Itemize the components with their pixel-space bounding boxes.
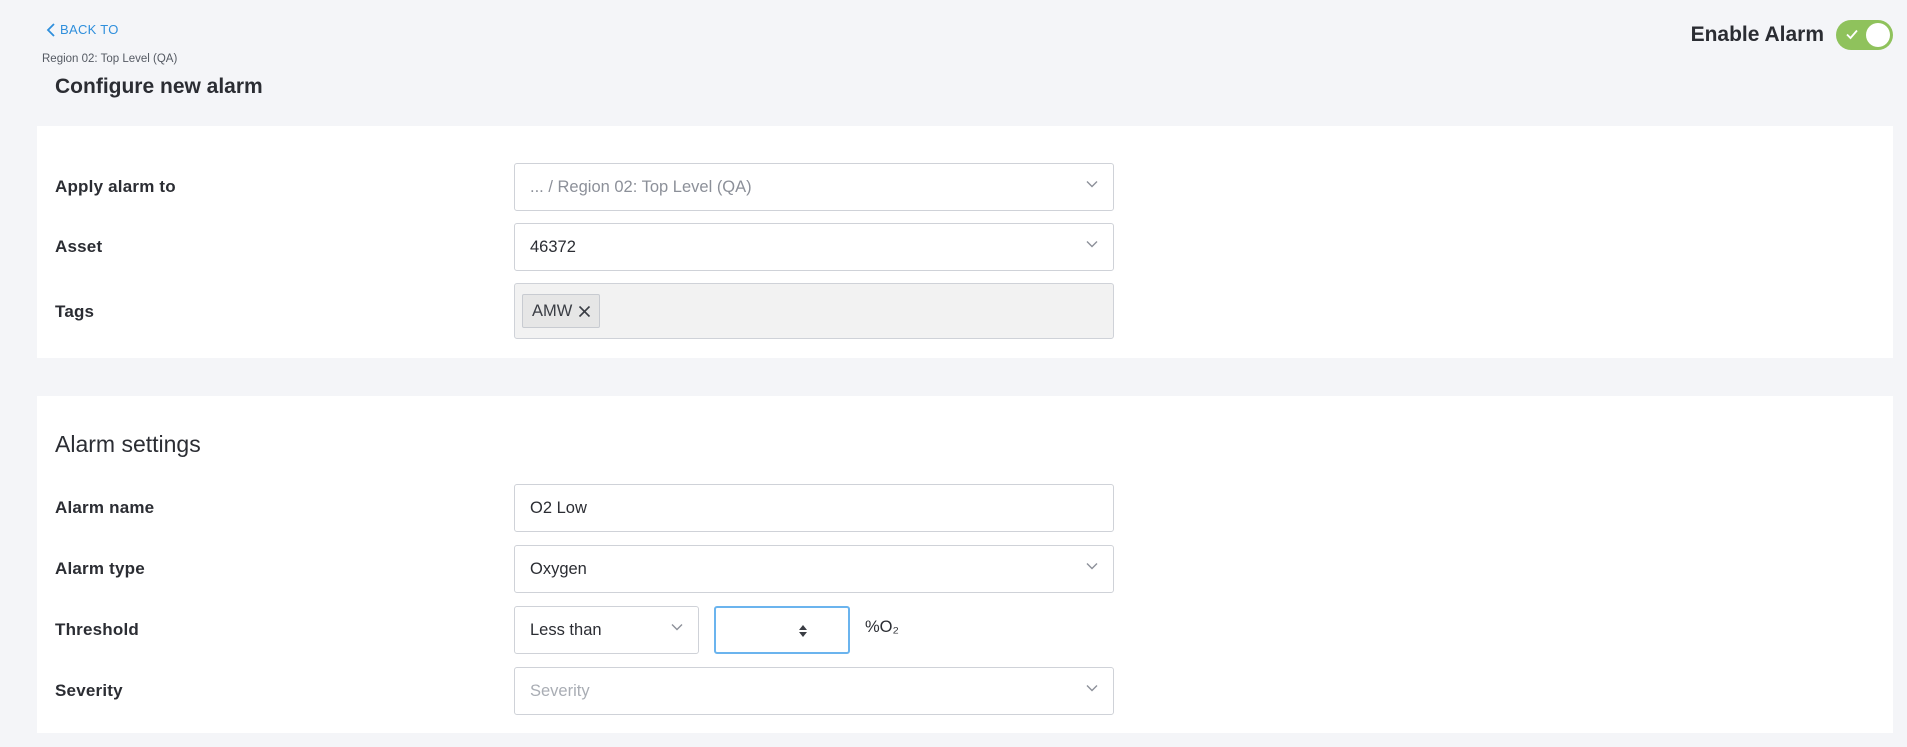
asset-label: Asset [55,237,103,256]
close-icon[interactable] [578,305,591,318]
section-title: Alarm settings [55,431,201,457]
asset-value: 46372 [530,237,576,256]
apply-alarm-label: Apply alarm to [55,177,176,196]
severity-label: Severity [55,681,123,700]
threshold-unit: %O₂ [865,618,899,636]
breadcrumb: Region 02: Top Level (QA) [42,53,178,65]
threshold-label: Threshold [55,620,139,639]
back-link-label: BACK TO [60,22,119,37]
chevron-down-icon [1086,181,1098,188]
alarm-type-label: Alarm type [55,559,145,578]
alarm-type-value: Oxygen [530,559,587,578]
apply-alarm-value: ... / Region 02: Top Level (QA) [530,177,752,196]
threshold-operator-select[interactable]: Less than [514,606,699,654]
enable-alarm-control: Enable Alarm [1691,20,1893,50]
chevron-down-icon [1086,685,1098,692]
alarm-settings-card: Alarm settings Alarm name O2 Low Alarm t… [37,396,1893,733]
chevron-down-icon [1086,563,1098,570]
tag-chip-label: AMW [532,301,573,320]
chevron-left-icon [46,22,55,37]
severity-select[interactable]: Severity [514,667,1114,715]
check-icon [1846,29,1858,40]
apply-alarm-select[interactable]: ... / Region 02: Top Level (QA) [514,163,1114,211]
severity-placeholder: Severity [530,681,590,700]
enable-alarm-toggle[interactable] [1836,20,1893,50]
threshold-value-field[interactable] [716,608,848,652]
alarm-name-label: Alarm name [55,498,155,517]
tag-chip: AMW [522,294,601,328]
page-title: Configure new alarm [55,75,263,98]
asset-select[interactable]: 46372 [514,223,1114,271]
back-link[interactable]: BACK TO [46,22,119,37]
tags-input[interactable]: AMW [514,283,1114,339]
enable-alarm-label: Enable Alarm [1690,23,1824,46]
up-down-arrows-icon[interactable] [796,622,810,640]
threshold-value-input[interactable] [714,606,850,654]
alarm-name-input[interactable]: O2 Low [514,484,1114,532]
alarm-type-select[interactable]: Oxygen [514,545,1114,593]
page: BACK TO Region 02: Top Level (QA) Config… [0,0,1907,747]
chevron-down-icon [671,624,683,631]
chevron-down-icon [1086,241,1098,248]
toggle-knob [1866,23,1890,47]
alarm-target-card: Apply alarm to ... / Region 02: Top Leve… [37,126,1893,358]
threshold-operator-value: Less than [530,620,602,639]
alarm-name-value: O2 Low [530,498,587,517]
tags-label: Tags [55,302,95,321]
